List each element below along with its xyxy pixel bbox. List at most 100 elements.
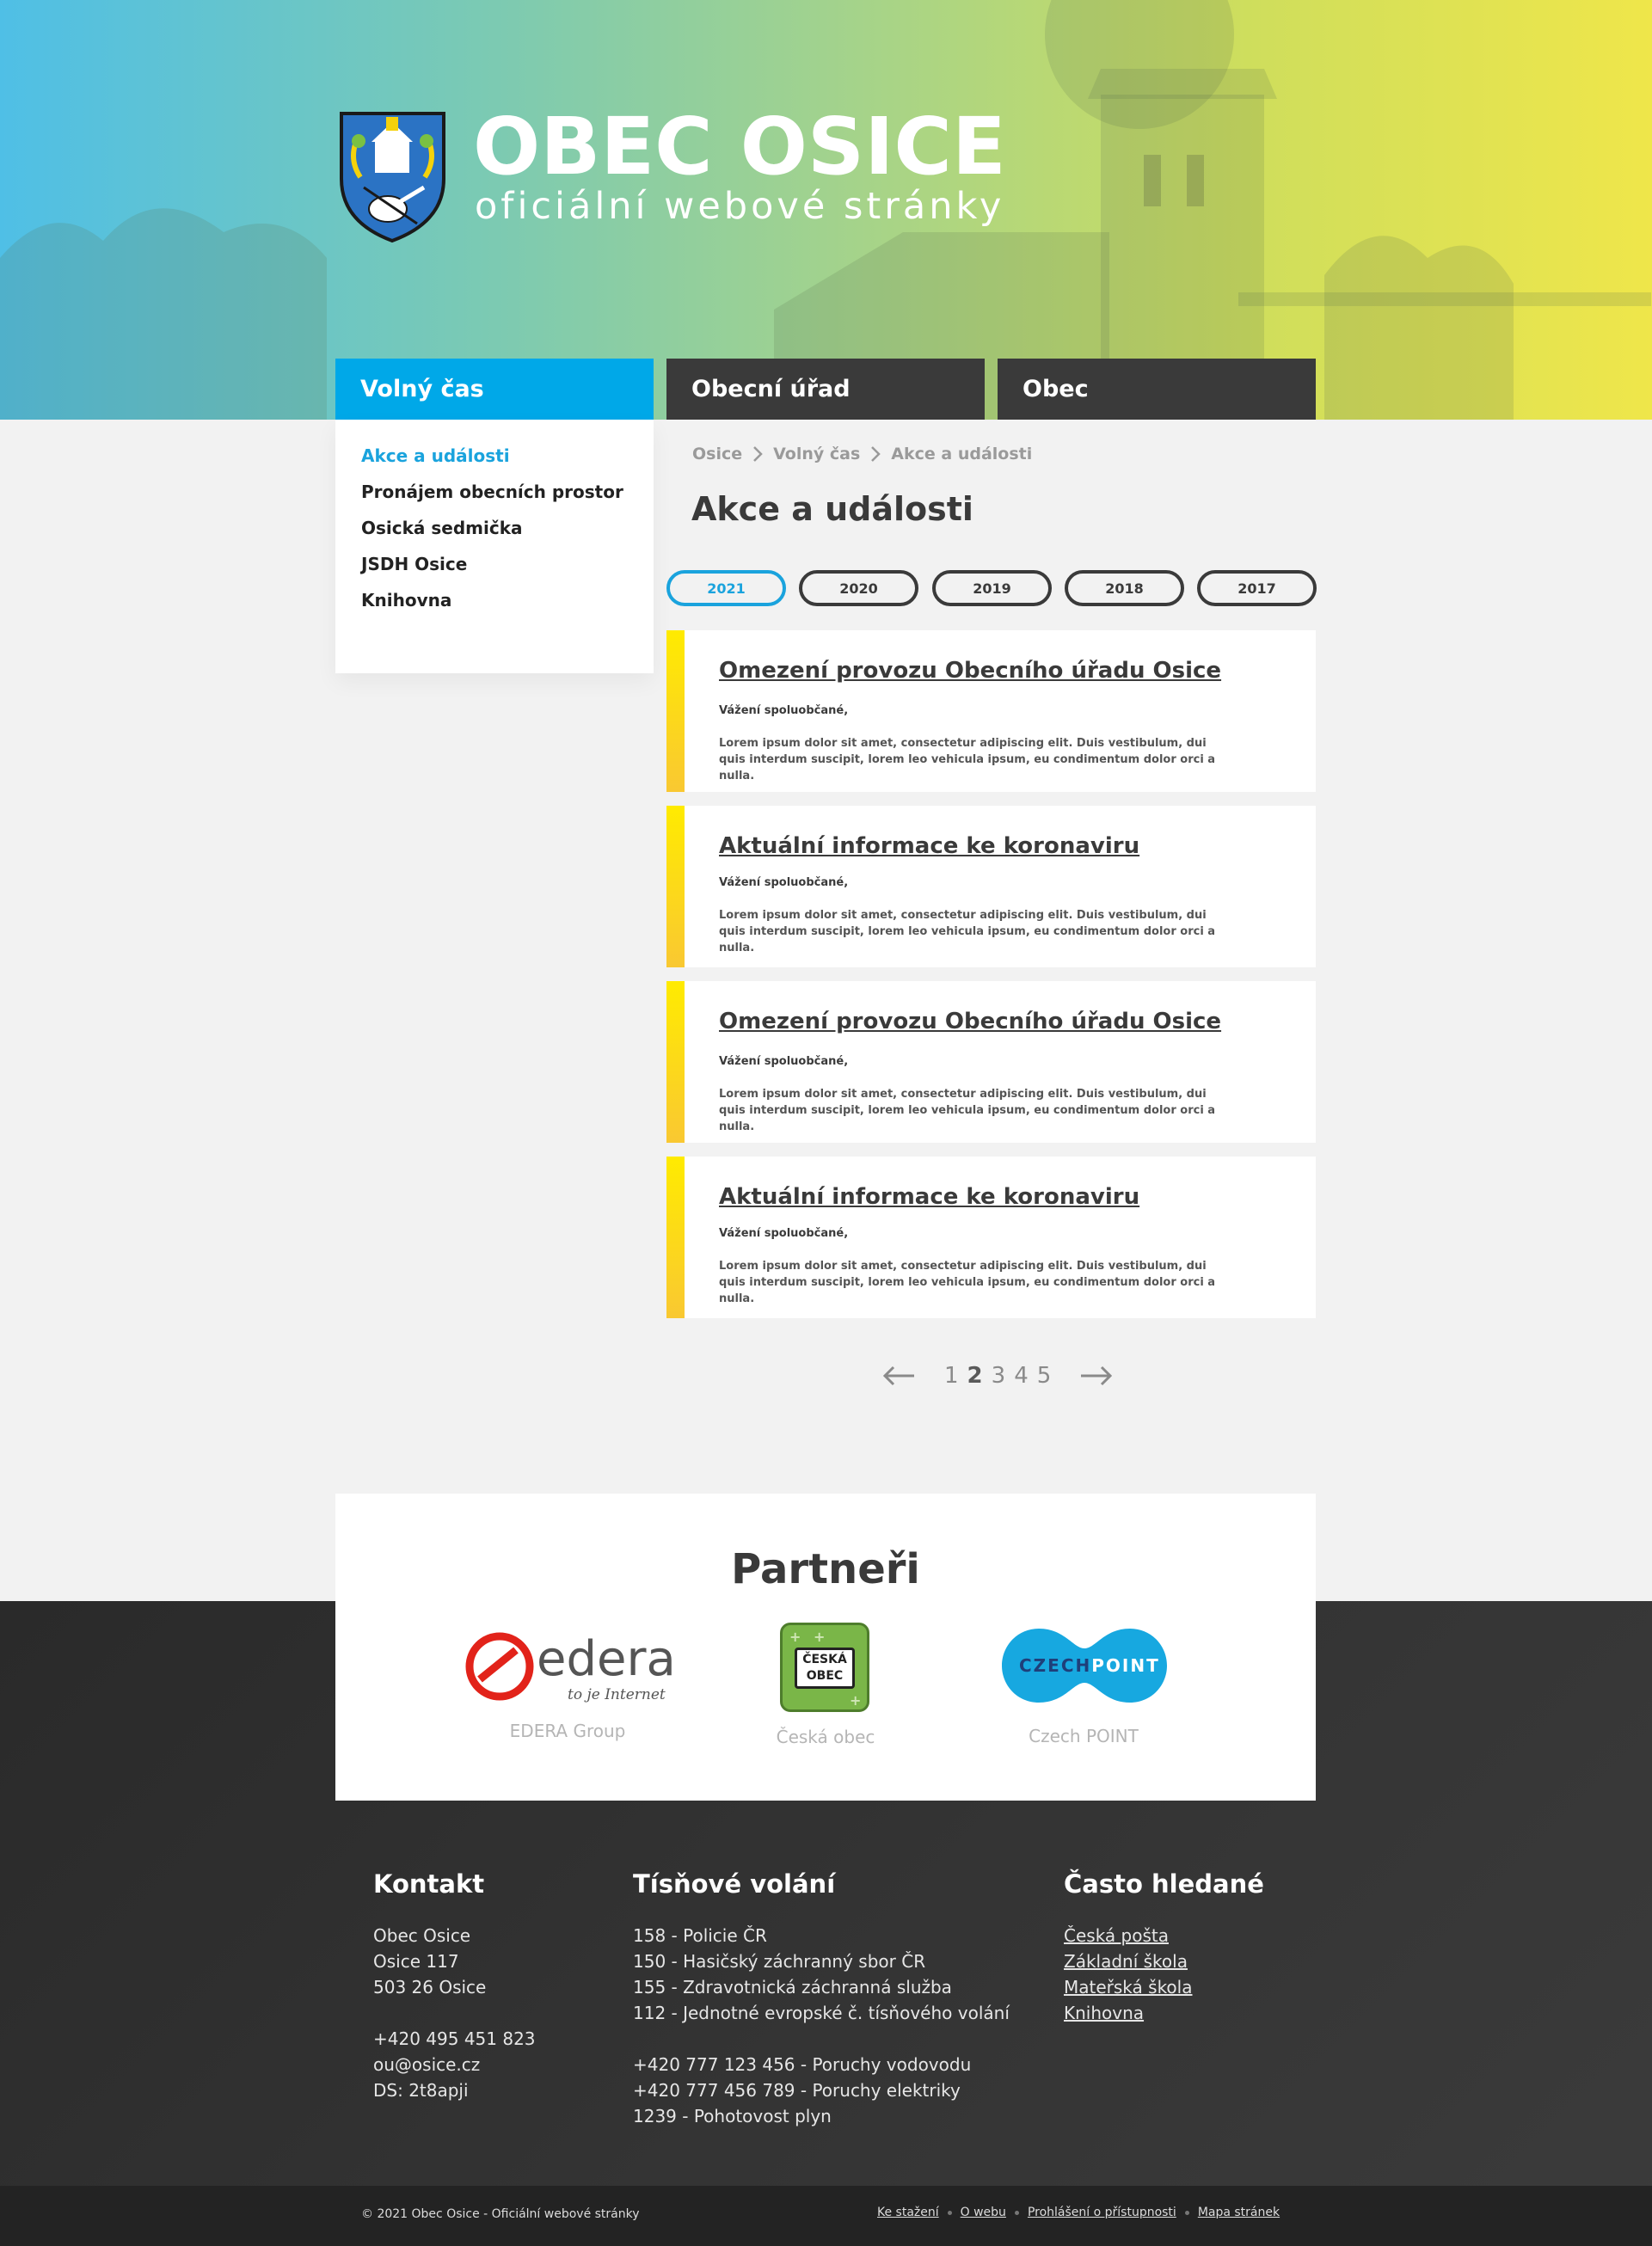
article-card: Aktuální informace ke koronaviru Vážení … — [666, 1157, 1316, 1318]
pagination: 1 2 3 4 5 — [881, 1357, 1114, 1395]
footer-bottom-bar — [0, 2186, 1652, 2246]
breadcrumb-item-current: Akce a události — [891, 445, 1033, 463]
partner-logo-edera[interactable]: edera to je Internet — [464, 1631, 676, 1709]
edera-logo-word: edera — [537, 1631, 676, 1687]
page-5[interactable]: 5 — [1037, 1363, 1052, 1389]
article-excerpt: Lorem ipsum dolor sit amet, consectetur … — [719, 1260, 1216, 1305]
nav-tab-volny-cas[interactable]: Volný čas — [335, 359, 654, 420]
footer-emergency-block: 158 - Policie ČR 150 - Hasičský záchrann… — [633, 1923, 1010, 2129]
article-card: Omezení provozu Obecního úřadu Osice Váž… — [666, 630, 1316, 792]
contact-spacer — [373, 2000, 536, 2026]
emergency-line: +420 777 456 789 - Poruchy elektriky — [633, 2080, 961, 2101]
breadcrumb-item-volny-cas[interactable]: Volný čas — [773, 445, 860, 463]
article-excerpt: Lorem ipsum dolor sit amet, consectetur … — [719, 737, 1216, 782]
article-title-link[interactable]: Omezení provozu Obecního úřadu Osice — [719, 658, 1221, 684]
czech-point-word-2: POINT — [1091, 1655, 1160, 1676]
separator-dot — [947, 2210, 952, 2215]
plus-icon: + — [814, 1629, 826, 1645]
breadcrumb-item-osice[interactable]: Osice — [692, 445, 742, 463]
article-greeting: Vážení spoluobčané, — [719, 876, 849, 889]
article-greeting: Vážení spoluobčané, — [719, 704, 849, 717]
article-excerpt: Lorem ipsum dolor sit amet, consectetur … — [719, 909, 1216, 954]
page-title: Akce a události — [691, 490, 973, 528]
emergency-line: 155 - Zdravotnická záchranná služba — [633, 1977, 952, 1997]
ceska-obec-word-1: ČESKÁ — [802, 1653, 847, 1666]
article-title-link[interactable]: Aktuální informace ke koronaviru — [719, 833, 1139, 859]
footer-contact-title: Kontakt — [373, 1869, 485, 1899]
footer-frequent-title: Často hledané — [1064, 1869, 1264, 1899]
breadcrumb: Osice Volný čas Akce a události — [692, 445, 1032, 463]
page-3[interactable]: 3 — [992, 1363, 1006, 1389]
sidebar-menu: Akce a události Pronájem obecních prosto… — [335, 420, 654, 673]
emergency-line: +420 777 123 456 - Poruchy vodovodu — [633, 2054, 972, 2075]
coat-of-arms-icon — [340, 112, 445, 243]
nav-tab-obecni-urad[interactable]: Obecní úřad — [666, 359, 985, 420]
article-accent-bar — [666, 630, 685, 792]
article-title-link[interactable]: Omezení provozu Obecního úřadu Osice — [719, 1009, 1221, 1034]
contact-line: Obec Osice — [373, 1925, 471, 1946]
year-filter-2018[interactable]: 2018 — [1065, 570, 1184, 606]
edera-logo-icon — [465, 1632, 534, 1701]
page-4[interactable]: 4 — [1014, 1363, 1029, 1389]
footer-link-zakladni-skola[interactable]: Základní škola — [1064, 1948, 1192, 1974]
arrow-right-icon[interactable] — [1079, 1365, 1114, 1386]
article-card: Omezení provozu Obecního úřadu Osice Váž… — [666, 981, 1316, 1143]
czech-point-word-1: CZECH — [1019, 1655, 1092, 1676]
nav-tab-obec[interactable]: Obec — [998, 359, 1316, 420]
article-greeting: Vážení spoluobčané, — [719, 1055, 849, 1068]
contact-line: Osice 117 — [373, 1951, 459, 1972]
ceska-obec-sign: ČESKÁ OBEC — [795, 1648, 855, 1689]
contact-data-box: DS: 2t8apji — [373, 2080, 469, 2101]
partner-name-ceska-obec: Česká obec — [776, 1727, 875, 1747]
footer-contact-block: Obec Osice Osice 117 503 26 Osice +420 4… — [373, 1923, 536, 2103]
separator-dot — [1014, 2210, 1019, 2215]
partner-logo-czech-point[interactable]: CZECHPOINT — [1000, 1627, 1169, 1704]
arrow-left-icon[interactable] — [881, 1365, 916, 1386]
bottom-link-o-webu[interactable]: O webu — [961, 2206, 1006, 2219]
sidebar-item-pronajem[interactable]: Pronájem obecních prostor — [361, 482, 623, 502]
plus-icon: + — [789, 1629, 801, 1645]
sidebar-item-osicka-sedmicka[interactable]: Osická sedmička — [361, 518, 523, 538]
site-subtitle: oficiální webové stránky — [475, 185, 1005, 228]
page-2-current[interactable]: 2 — [967, 1363, 983, 1389]
article-card: Aktuální informace ke koronaviru Vážení … — [666, 806, 1316, 967]
footer-link-ceska-posta[interactable]: Česká pošta — [1064, 1923, 1192, 1948]
bottom-links: Ke stažení O webu Prohlášení o přístupno… — [877, 2206, 1280, 2219]
site-title: OBEC OSICE — [473, 101, 1006, 193]
footer-frequent-links: Česká pošta Základní škola Mateřská škol… — [1064, 1923, 1192, 2026]
sidebar-item-knihovna[interactable]: Knihovna — [361, 590, 451, 611]
year-filter-2019[interactable]: 2019 — [932, 570, 1052, 606]
bottom-link-ke-stazeni[interactable]: Ke stažení — [877, 2206, 939, 2219]
emergency-line: 150 - Hasičský záchranný sbor ČR — [633, 1951, 926, 1972]
ceska-obec-word-2: OBEC — [806, 1669, 844, 1683]
footer-emergency-title: Tísňové volání — [633, 1869, 836, 1899]
year-filter-2021[interactable]: 2021 — [666, 570, 786, 606]
sidebar-item-jsdh-osice[interactable]: JSDH Osice — [361, 554, 467, 574]
partners-section: Partneři edera to je Internet EDERA Grou… — [335, 1494, 1316, 1801]
partner-logo-ceska-obec[interactable]: ČESKÁ OBEC + + + — [780, 1623, 869, 1712]
contact-line: 503 26 Osice — [373, 1977, 487, 1997]
emergency-line: 1239 - Pohotovost plyn — [633, 2106, 832, 2126]
year-filter-2017[interactable]: 2017 — [1197, 570, 1317, 606]
sidebar-item-akce-a-udalosti[interactable]: Akce a události — [361, 445, 510, 466]
partner-name-edera: EDERA Group — [509, 1721, 626, 1741]
plus-icon: + — [850, 1692, 862, 1709]
article-accent-bar — [666, 981, 685, 1143]
edera-logo-tagline: to je Internet — [568, 1686, 666, 1703]
year-filter-2020[interactable]: 2020 — [799, 570, 918, 606]
page-1[interactable]: 1 — [944, 1363, 959, 1389]
article-greeting: Vážení spoluobčané, — [719, 1227, 849, 1240]
copyright-text: © 2021 Obec Osice - Oficiální webové str… — [361, 2207, 640, 2221]
hero-banner: OBEC OSICE oficiální webové stránky — [0, 0, 1652, 420]
article-excerpt: Lorem ipsum dolor sit amet, consectetur … — [719, 1088, 1216, 1133]
contact-email[interactable]: ou@osice.cz — [373, 2052, 536, 2077]
article-accent-bar — [666, 1157, 685, 1318]
bottom-link-prohlaseni[interactable]: Prohlášení o přístupnosti — [1028, 2206, 1176, 2219]
footer-link-materska-skola[interactable]: Mateřská škola — [1064, 1974, 1192, 2000]
contact-phone[interactable]: +420 495 451 823 — [373, 2026, 536, 2052]
bottom-link-mapa-stranek[interactable]: Mapa stránek — [1198, 2206, 1280, 2219]
article-title-link[interactable]: Aktuální informace ke koronaviru — [719, 1184, 1139, 1210]
footer-link-knihovna[interactable]: Knihovna — [1064, 2000, 1192, 2026]
emergency-line: 158 - Policie ČR — [633, 1925, 767, 1946]
chevron-right-icon — [871, 446, 881, 462]
